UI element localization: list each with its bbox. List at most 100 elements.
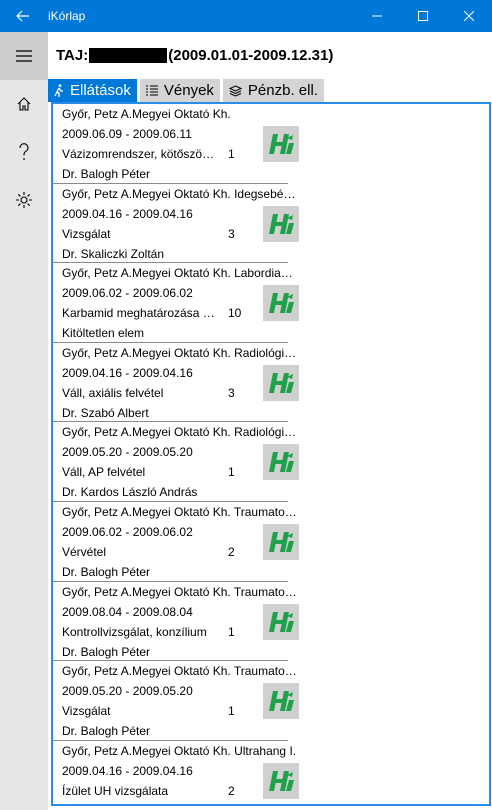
logo-graphic (263, 762, 299, 799)
item-description: Váll, AP felvétel (62, 465, 146, 480)
item-hospital: Győr, Petz A.Megyei Oktató Kh. Radiológi… (62, 345, 298, 360)
settings-button[interactable] (0, 176, 48, 224)
provider-logo-icon (263, 603, 299, 640)
logo-graphic (263, 126, 299, 162)
item-quantity: 1 (228, 147, 235, 161)
tab-ellatasok[interactable]: Ellátások (48, 79, 137, 102)
item-quantity: 3 (228, 385, 235, 400)
item-description: Vizsgálat (62, 226, 111, 241)
question-icon (19, 143, 29, 160)
item-dates: 2009.04.16 - 2009.04.16 (62, 206, 193, 221)
item-doctor: Dr. Balogh Péter (62, 644, 151, 659)
hamburger-icon (16, 50, 32, 62)
item-hospital: Győr, Petz A.Megyei Oktató Kh. Ultrahang… (62, 743, 297, 758)
item-hospital: Győr, Petz A.Megyei Oktató Kh. Traumatol… (62, 664, 298, 679)
item-quantity: 2 (228, 544, 235, 559)
list-item[interactable]: Győr, Petz A.Megyei Oktató Kh. Traumatol… (53, 661, 299, 741)
provider-logo-icon (263, 364, 299, 401)
item-quantity: 10 (228, 306, 242, 321)
tab-label: Vények (163, 82, 214, 99)
item-description: Vérvétel (62, 544, 107, 559)
person-walking-icon (54, 84, 64, 97)
item-dates: 2009.05.20 - 2009.05.20 (62, 445, 193, 460)
logo-graphic (263, 364, 299, 401)
item-description: Vázizomrendszer, kötőszöve... (62, 147, 220, 161)
home-icon (17, 97, 31, 111)
logo-graphic (263, 444, 299, 481)
redacted-taj-number (89, 48, 168, 63)
tab-venyek[interactable]: Vények (139, 79, 220, 102)
item-description: Ízület UH vizsgálata (62, 783, 169, 798)
list-item[interactable]: Győr, Petz A.Megyei Oktató Kh. Labordiag… (53, 263, 299, 343)
item-description: Vizsgálat (62, 704, 111, 719)
item-quantity: 1 (228, 624, 235, 639)
logo-graphic (263, 523, 299, 560)
item-dates: 2009.06.09 - 2009.06.11 (62, 127, 192, 141)
minimize-icon (372, 15, 382, 17)
item-dates: 2009.06.02 - 2009.06.02 (62, 286, 193, 301)
item-dates: 2009.08.04 - 2009.08.04 (62, 604, 193, 619)
list-item[interactable]: Győr, Petz A.Megyei Oktató Kh. Ultrahang… (53, 741, 299, 804)
taj-period: (2009.01.01-2009.12.31) (168, 47, 334, 64)
title-bar: iKórlap (0, 0, 492, 32)
main-content: TAJ: (2009.01.01-2009.12.31) Ellátások V… (48, 32, 492, 810)
item-doctor: Kitöltetlen elem (62, 326, 145, 341)
taj-label: TAJ: (56, 47, 89, 64)
gear-icon (16, 192, 32, 208)
item-doctor: Dr. Balogh Péter (62, 724, 151, 739)
tab-penzb-ell[interactable]: Pénzb. ell. (222, 79, 324, 102)
logo-graphic (263, 285, 299, 322)
item-hospital: Győr, Petz A.Megyei Oktató Kh. Labordiag… (62, 266, 298, 281)
logo-graphic (263, 683, 299, 720)
list-icon (145, 85, 158, 96)
list-item[interactable]: Győr, Petz A.Megyei Oktató Kh. Idegsebés… (53, 184, 299, 264)
item-hospital: Győr, Petz A.Megyei Oktató Kh. (62, 107, 231, 121)
item-description: Karbamid meghatározása sz... (62, 306, 220, 321)
minimize-button[interactable] (354, 0, 400, 32)
list-item[interactable]: Győr, Petz A.Megyei Oktató Kh. Radiológi… (53, 343, 299, 423)
provider-logo-icon (263, 126, 299, 162)
provider-logo-icon (263, 444, 299, 481)
back-button[interactable] (0, 0, 46, 32)
item-doctor: Dr. Kardos László András (62, 485, 198, 500)
maximize-icon (418, 11, 428, 21)
list-item[interactable]: Győr, Petz A.Megyei Oktató Kh. Traumatol… (53, 582, 299, 662)
item-doctor: Dr. Szabó Albert (62, 405, 149, 420)
arrow-left-icon (16, 10, 29, 22)
item-dates: 2009.06.02 - 2009.06.02 (62, 524, 193, 539)
item-quantity: 3 (228, 226, 235, 241)
item-dates: 2009.04.16 - 2009.04.16 (62, 365, 193, 380)
item-hospital: Győr, Petz A.Megyei Oktató Kh. Traumatol… (62, 584, 298, 599)
logo-graphic (263, 603, 299, 640)
item-description: Kontrollvizsgálat, konzílium (62, 624, 207, 639)
provider-logo-icon (263, 762, 299, 799)
home-button[interactable] (0, 80, 48, 128)
layers-icon (228, 84, 242, 97)
item-quantity: 1 (228, 704, 235, 719)
tab-bar: Ellátások Vények Pénzb. ell. (48, 79, 327, 102)
list-item[interactable]: Győr, Petz A.Megyei Oktató Kh. Radiológi… (53, 422, 299, 502)
item-quantity: 2 (228, 783, 235, 798)
care-events-list[interactable]: Győr, Petz A.Megyei Oktató Kh. 2009.06.09… (51, 102, 491, 806)
tab-label: Pénzb. ell. (247, 82, 318, 99)
provider-logo-icon (263, 523, 299, 560)
close-button[interactable] (446, 0, 492, 32)
item-doctor: Dr. Balogh Péter (62, 564, 151, 579)
item-doctor: Dr. Balogh Péter (62, 167, 151, 181)
help-button[interactable] (0, 128, 48, 176)
item-hospital: Győr, Petz A.Megyei Oktató Kh. Radiológi… (62, 425, 298, 440)
hamburger-menu-button[interactable] (0, 32, 48, 80)
list-item[interactable]: Győr, Petz A.Megyei Oktató Kh. 2009.06.09… (53, 104, 299, 184)
tab-label: Ellátások (70, 82, 131, 99)
list-item[interactable]: Győr, Petz A.Megyei Oktató Kh. Traumatol… (53, 502, 299, 582)
item-description: Váll, axiális felvétel (62, 385, 164, 400)
item-doctor: Dr. Skaliczki Zoltán (62, 246, 165, 261)
provider-logo-icon (263, 205, 299, 242)
item-hospital: Győr, Petz A.Megyei Oktató Kh. Traumatol… (62, 504, 298, 519)
taj-header: TAJ: (2009.01.01-2009.12.31) (56, 47, 333, 64)
maximize-button[interactable] (400, 0, 446, 32)
item-doctor (62, 801, 288, 804)
item-quantity: 1 (228, 465, 235, 480)
item-dates: 2009.05.20 - 2009.05.20 (62, 684, 193, 699)
provider-logo-icon (263, 285, 299, 322)
